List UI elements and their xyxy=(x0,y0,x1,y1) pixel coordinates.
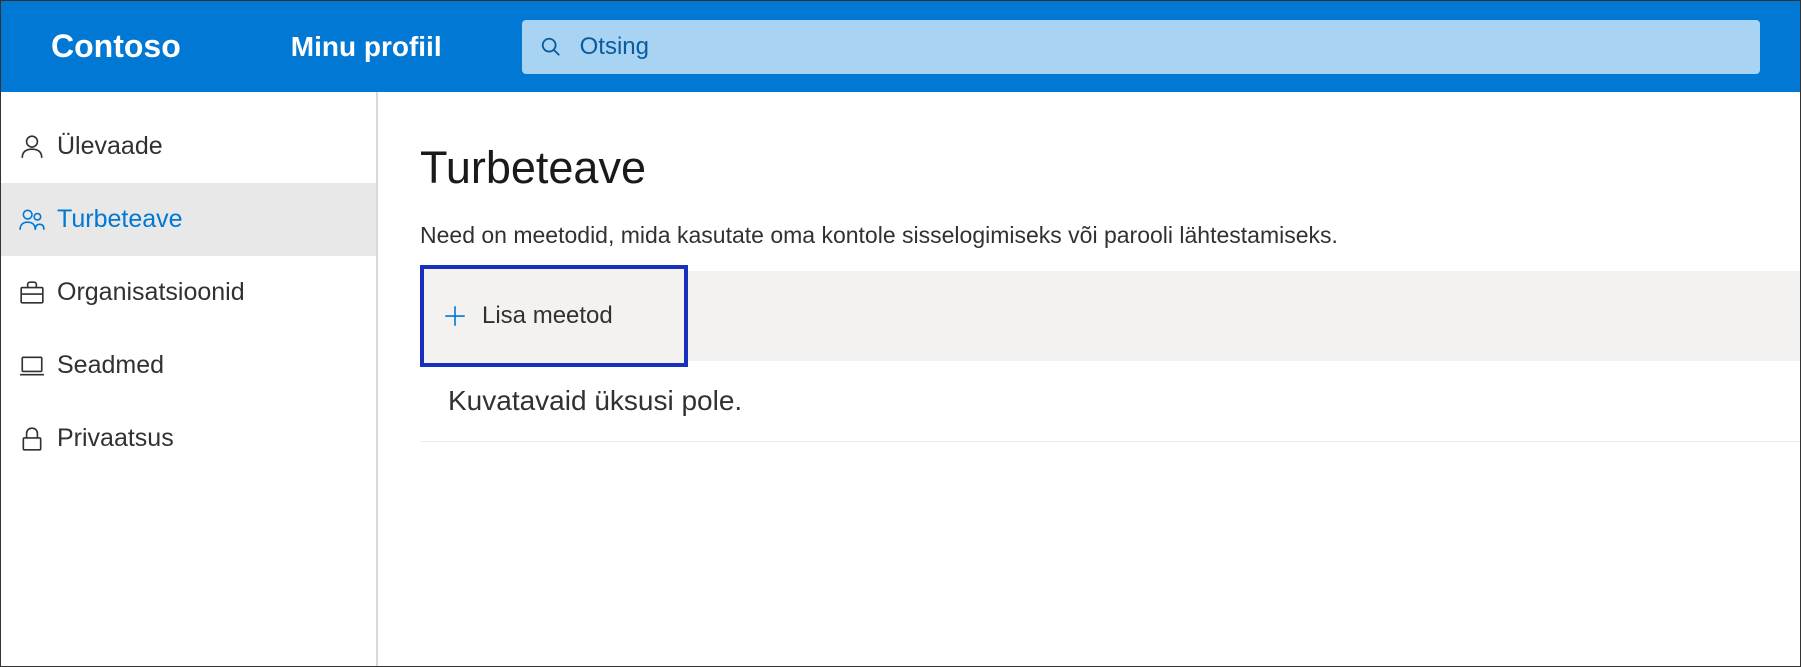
main-content: Turbeteave Need on meetodid, mida kasuta… xyxy=(378,92,1800,666)
page-description: Need on meetodid, mida kasutate oma kont… xyxy=(420,222,1800,249)
empty-state-message: Kuvatavaid üksusi pole. xyxy=(420,361,1800,442)
people-icon xyxy=(19,207,45,233)
brand-name: Contoso xyxy=(51,28,181,65)
sidebar-item-overview[interactable]: Ülevaade xyxy=(1,110,376,183)
sidebar-item-label: Privaatsus xyxy=(57,424,174,453)
search-box[interactable] xyxy=(522,20,1760,74)
person-icon xyxy=(19,134,45,160)
sidebar-item-privacy[interactable]: Privaatsus xyxy=(1,402,376,475)
briefcase-icon xyxy=(19,280,45,306)
sidebar-item-security-info[interactable]: Turbeteave xyxy=(1,183,376,256)
add-method-button[interactable]: Lisa meetod xyxy=(420,265,688,367)
sidebar: Ülevaade Turbeteave xyxy=(1,92,378,666)
toolbar: Lisa meetod xyxy=(420,271,1800,361)
sidebar-item-organizations[interactable]: Organisatsioonid xyxy=(1,256,376,329)
sidebar-item-label: Ülevaade xyxy=(57,132,163,161)
add-method-label: Lisa meetod xyxy=(482,302,613,330)
search-icon xyxy=(540,36,562,58)
sidebar-item-label: Organisatsioonid xyxy=(57,278,245,307)
lock-icon xyxy=(19,426,45,452)
sidebar-item-label: Turbeteave xyxy=(57,205,183,234)
profile-link[interactable]: Minu profiil xyxy=(291,31,442,63)
plus-icon xyxy=(442,303,468,329)
header: Contoso Minu profiil xyxy=(1,1,1800,92)
page-title: Turbeteave xyxy=(420,142,1800,194)
sidebar-item-label: Seadmed xyxy=(57,351,164,380)
content-area: Ülevaade Turbeteave xyxy=(1,92,1800,666)
search-input[interactable] xyxy=(580,33,1742,61)
sidebar-item-devices[interactable]: Seadmed xyxy=(1,329,376,402)
laptop-icon xyxy=(19,353,45,379)
